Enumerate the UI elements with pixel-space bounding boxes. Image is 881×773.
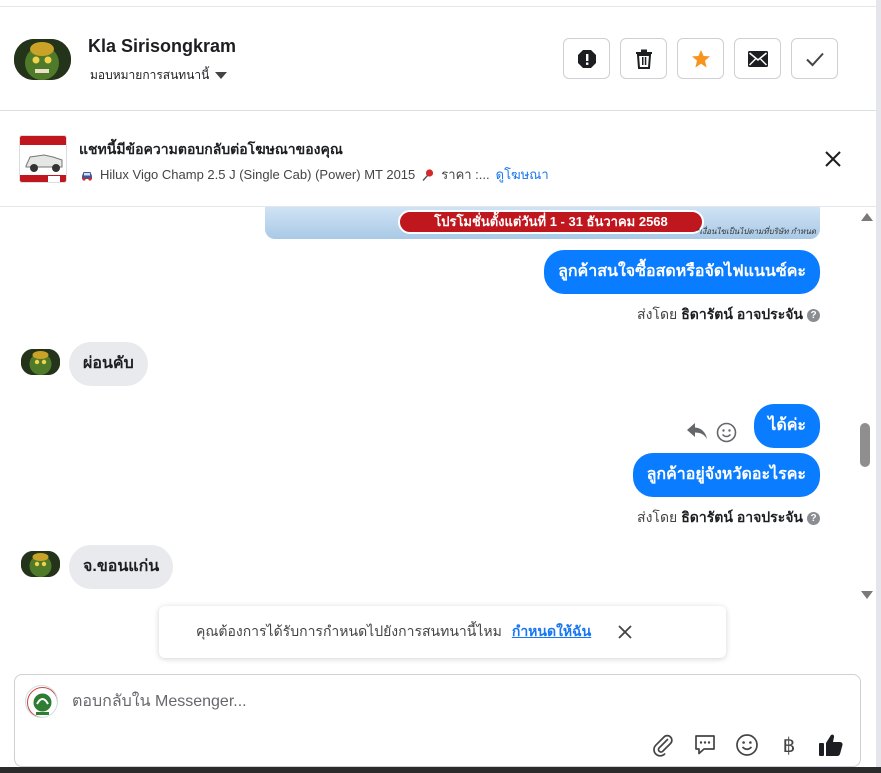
- ad-banner-details: Hilux Vigo Champ 2.5 J (Single Cab) (Pow…: [80, 164, 549, 185]
- attach-icon: [653, 734, 673, 757]
- scroll-down-icon[interactable]: [861, 591, 873, 599]
- message-incoming[interactable]: ผ่อนคับ: [69, 342, 148, 386]
- sent-by-label: ส่งโดย ธิดารัตน์ อาจประจัน ?: [637, 304, 820, 326]
- close-icon[interactable]: [822, 148, 844, 170]
- taskbar-strip: [0, 767, 881, 773]
- sent-by-prefix: ส่งโดย: [637, 306, 678, 322]
- ad-thumbnail[interactable]: [19, 135, 67, 183]
- view-ad-link[interactable]: ดูโฆษณา: [496, 164, 549, 185]
- sent-by-label: ส่งโดย ธิดารัตน์ อาจประจัน ?: [637, 507, 820, 529]
- reply-composer: ฿: [14, 674, 861, 767]
- message-incoming[interactable]: จ.ขอนแก่น: [69, 545, 174, 589]
- mark-spam-button[interactable]: [563, 38, 610, 79]
- promo-text: โปรโมชั่นตั้งแต่วันที่ 1 - 31 ธันวาคม 25…: [398, 210, 704, 234]
- react-icon[interactable]: [716, 422, 737, 443]
- scroll-thumb[interactable]: [860, 423, 870, 467]
- spam-icon: [577, 49, 596, 68]
- attach-button[interactable]: [649, 731, 677, 759]
- delete-button[interactable]: [620, 38, 667, 79]
- assign-prompt-text: คุณต้องการได้รับการกำหนดไปยังการสนทนานี้…: [196, 623, 502, 639]
- like-icon: [819, 734, 843, 756]
- sender-name: ธิดารัตน์ อาจประจัน: [681, 509, 803, 525]
- assign-prompt-toast: คุณต้องการได้รับการกำหนดไปยังการสนทนานี้…: [159, 606, 726, 658]
- mark-unread-button[interactable]: [734, 38, 781, 79]
- contact-avatar[interactable]: [21, 551, 60, 577]
- caret-down-icon: [215, 72, 228, 79]
- contact-avatar[interactable]: [21, 349, 60, 375]
- mail-icon: [747, 50, 768, 67]
- reply-input[interactable]: [72, 689, 772, 715]
- composer-tools: ฿: [649, 731, 845, 759]
- message-outgoing[interactable]: ลูกค้าสนใจซื้อสดหรือจัดไฟแนนซ์คะ: [544, 250, 820, 294]
- emoji-icon: [736, 734, 758, 756]
- ad-banner-title: แชทนี้มีข้อความตอบกลับต่อโฆษณาของคุณ: [79, 141, 343, 157]
- close-icon[interactable]: [617, 624, 633, 640]
- baht-icon: ฿: [782, 734, 796, 757]
- info-icon[interactable]: ?: [807, 511, 820, 525]
- conversation-header: Kla Sirisongkram มอบหมายการสนทนานี้: [0, 7, 876, 111]
- contact-name[interactable]: Kla Sirisongkram: [88, 36, 236, 57]
- saved-reply-icon: [695, 735, 715, 755]
- thread-scrollbar[interactable]: [858, 207, 876, 605]
- promo-note: *เงื่อนไขเป็นไปตามที่บริษัท กำหนด: [696, 227, 816, 236]
- payment-button[interactable]: ฿: [775, 731, 803, 759]
- like-button[interactable]: [817, 731, 845, 759]
- contact-avatar[interactable]: [14, 39, 71, 80]
- sender-name: ธิดารัตน์ อาจประจัน: [681, 306, 803, 322]
- assign-label: มอบหมายการสนทนานี้: [90, 68, 210, 82]
- page-logo: [25, 685, 58, 718]
- assign-to-me-link[interactable]: กำหนดให้ฉัน: [512, 621, 591, 643]
- promo-image[interactable]: โปรโมชั่นตั้งแต่วันที่ 1 - 31 ธันวาคม 25…: [265, 207, 820, 239]
- message-thread: โปรโมชั่นตั้งแต่วันที่ 1 - 31 ธันวาคม 25…: [0, 207, 856, 667]
- header-actions: [563, 38, 838, 79]
- check-icon: [805, 52, 824, 66]
- assign-dropdown[interactable]: มอบหมายการสนทนานี้: [90, 66, 228, 85]
- mark-done-button[interactable]: [791, 38, 838, 79]
- ad-price: ราคา :...: [441, 167, 490, 182]
- ad-reply-banner: แชทนี้มีข้อความตอบกลับต่อโฆษณาของคุณ Hil…: [0, 112, 876, 207]
- saved-replies-button[interactable]: [691, 731, 719, 759]
- emoji-button[interactable]: [733, 731, 761, 759]
- info-icon[interactable]: ?: [807, 308, 820, 322]
- inbox-conversation: Kla Sirisongkram มอบหมายการสนทนานี้ แชทน…: [0, 0, 881, 773]
- window-edge: [876, 0, 881, 773]
- message-outgoing[interactable]: ลูกค้าอยู่จังหวัดอะไรคะ: [632, 453, 820, 497]
- sent-by-prefix: ส่งโดย: [637, 509, 678, 525]
- reply-icon[interactable]: [686, 421, 708, 441]
- ad-product: Hilux Vigo Champ 2.5 J (Single Cab) (Pow…: [100, 167, 416, 182]
- message-outgoing[interactable]: ได้ค่ะ: [754, 404, 820, 448]
- scroll-up-icon[interactable]: [861, 213, 873, 221]
- follow-up-button[interactable]: [677, 38, 724, 79]
- star-icon: [691, 49, 710, 67]
- trash-icon: [635, 49, 652, 69]
- car-icon: [82, 171, 92, 181]
- pin-icon: [422, 168, 434, 181]
